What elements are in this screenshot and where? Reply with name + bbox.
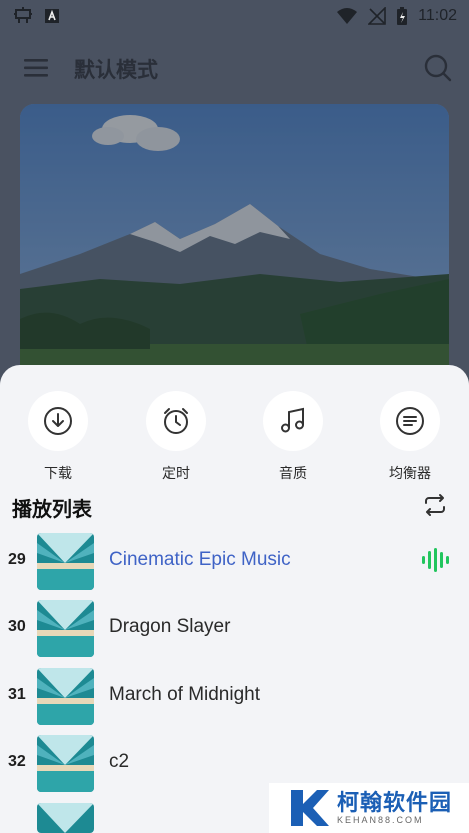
equalizer-list-icon <box>396 407 424 435</box>
status-time: 11:02 <box>418 7 457 24</box>
track-title: c2 <box>109 751 130 772</box>
track-row[interactable]: 30 Dragon Slayer <box>0 598 469 658</box>
status-bar: 11:02 <box>0 0 469 34</box>
download-action[interactable]: 下载 <box>18 391 98 483</box>
playlist-title: 播放列表 <box>12 499 92 521</box>
track-number: 30 <box>8 618 26 635</box>
track-thumbnail <box>37 735 94 792</box>
action-bar: 下载 定时 音质 均衡器 <box>0 391 469 481</box>
track-row[interactable]: 29 Cinematic Epic Music <box>0 531 469 591</box>
track-number: 29 <box>8 551 26 568</box>
wifi-icon <box>337 8 358 24</box>
watermark: 柯翰软件园 KEHAN88.COM <box>269 783 469 833</box>
track-thumbnail <box>37 668 94 725</box>
timer-action[interactable]: 定时 <box>136 391 216 483</box>
kehan-logo-icon <box>291 790 329 826</box>
track-title: Dragon Slayer <box>109 616 231 637</box>
cover-dim-overlay <box>20 104 449 404</box>
track-thumbnail <box>37 533 94 590</box>
playlist-sheet: 下载 定时 音质 均衡器 播放列表 29 Cinematic Epic Musi… <box>0 365 469 833</box>
equalizer-action[interactable]: 均衡器 <box>370 391 450 483</box>
quality-action[interactable]: 音质 <box>253 391 333 483</box>
now-playing-icon <box>422 548 449 572</box>
search-icon[interactable] <box>423 53 453 83</box>
repeat-icon[interactable] <box>421 493 449 517</box>
no-signal-icon <box>368 7 386 25</box>
battery-charging-icon <box>397 7 408 25</box>
track-number: 31 <box>8 686 26 703</box>
app-bug-icon <box>14 7 32 23</box>
page-title: 默认模式 <box>74 59 158 82</box>
track-thumbnail <box>37 803 94 833</box>
timer-label: 定时 <box>162 465 190 481</box>
notification-a-icon <box>45 9 59 23</box>
download-label: 下载 <box>44 465 72 481</box>
alarm-clock-icon <box>164 408 188 434</box>
download-icon <box>44 407 72 435</box>
app-bar: 默认模式 <box>0 44 469 92</box>
music-note-icon <box>281 407 304 433</box>
track-number: 32 <box>8 753 26 770</box>
track-thumbnail <box>37 600 94 657</box>
watermark-url: KEHAN88.COM <box>337 815 424 825</box>
quality-label: 音质 <box>279 465 307 481</box>
track-title: March of Midnight <box>109 684 261 705</box>
menu-icon[interactable] <box>22 57 50 79</box>
track-title: Cinematic Epic Music <box>109 549 291 570</box>
track-row[interactable]: 31 March of Midnight <box>0 666 469 726</box>
equalizer-label: 均衡器 <box>389 465 431 481</box>
watermark-name: 柯翰软件园 <box>337 790 453 815</box>
cover-image <box>20 104 449 404</box>
